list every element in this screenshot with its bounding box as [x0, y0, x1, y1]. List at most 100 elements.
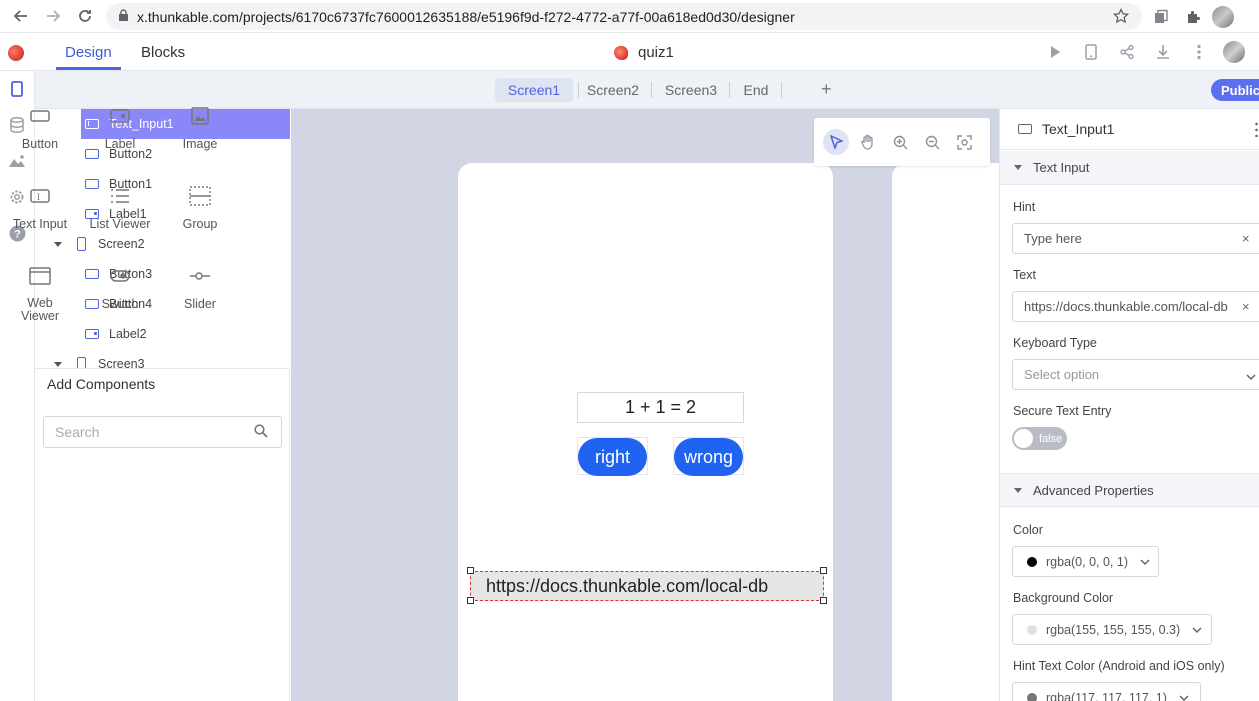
- keyboard-type-select[interactable]: Select option: [1012, 359, 1259, 390]
- browser-profile-avatar[interactable]: [1212, 5, 1234, 28]
- text-input[interactable]: https://docs.thunkable.com/local-db ×: [1012, 291, 1259, 322]
- share-icon[interactable]: [1115, 40, 1139, 64]
- public-button[interactable]: Public: [1211, 79, 1259, 101]
- chevron-down-icon: [1192, 623, 1202, 637]
- group-icon: [189, 186, 211, 206]
- browser-extensions: [1148, 0, 1234, 33]
- component-image[interactable]: Image: [160, 107, 240, 151]
- thunkable-logo-icon[interactable]: [8, 45, 24, 61]
- tree-item-label2[interactable]: Label2: [85, 319, 147, 349]
- tab-screen1[interactable]: Screen1: [495, 78, 573, 102]
- secure-text-toggle[interactable]: false: [1012, 427, 1067, 450]
- extension-copy-icon[interactable]: [1148, 4, 1174, 30]
- back-arrow-icon[interactable]: [5, 0, 37, 32]
- add-components-title: Add Components: [47, 376, 156, 392]
- fit-screen-icon[interactable]: [951, 129, 977, 155]
- wrong-button[interactable]: wrong: [674, 438, 743, 476]
- tab-design-underline: [56, 67, 121, 70]
- selected-component-name: Text_Input1: [1042, 121, 1115, 137]
- component-slider[interactable]: Slider: [160, 267, 240, 311]
- more-vertical-icon[interactable]: [1187, 40, 1211, 64]
- reload-icon[interactable]: [69, 0, 101, 32]
- tab-design[interactable]: Design: [65, 44, 112, 61]
- user-avatar[interactable]: [1223, 41, 1245, 63]
- component-label: Web Viewer: [21, 296, 59, 323]
- star-icon[interactable]: [1112, 7, 1130, 27]
- tab-end[interactable]: End: [739, 78, 773, 102]
- hint-label: Hint: [1013, 200, 1036, 214]
- button-icon: [29, 107, 51, 125]
- color-picker[interactable]: rgba(0, 0, 0, 1): [1012, 546, 1159, 577]
- hint-input[interactable]: Type here ×: [1012, 223, 1259, 254]
- search-icon[interactable]: [254, 424, 279, 441]
- tab-screen2[interactable]: Screen2: [583, 78, 643, 102]
- forward-arrow-icon[interactable]: [37, 0, 69, 32]
- tab-blocks[interactable]: Blocks: [141, 44, 185, 61]
- component-text-input[interactable]: I Text Input: [0, 187, 80, 231]
- clear-icon[interactable]: ×: [1242, 231, 1250, 246]
- caret-down-icon: [1014, 487, 1022, 493]
- project-title-text: quiz1: [638, 44, 674, 61]
- component-label: Text Input: [12, 217, 68, 231]
- hand-icon[interactable]: [855, 129, 881, 155]
- resize-handle[interactable]: [467, 567, 474, 574]
- section-advanced-properties[interactable]: Advanced Properties: [1000, 473, 1259, 507]
- left-rail: ?: [0, 71, 35, 701]
- address-bar[interactable]: x.thunkable.com/projects/6170c6737fc7600…: [106, 3, 1142, 30]
- text-label: Text: [1013, 268, 1036, 282]
- background-color-value: rgba(155, 155, 155, 0.3): [1046, 622, 1181, 637]
- resize-handle[interactable]: [820, 567, 827, 574]
- clear-icon[interactable]: ×: [1242, 299, 1250, 314]
- design-canvas[interactable]: 1 + 1 = 2 right wrong https://docs.thunk…: [291, 109, 999, 701]
- hint-text-color-picker[interactable]: rgba(117, 117, 117, 1): [1012, 682, 1201, 701]
- background-color-picker[interactable]: rgba(155, 155, 155, 0.3): [1012, 614, 1212, 645]
- tree-item-screen3[interactable]: Screen3: [54, 349, 145, 368]
- text-input-icon: I: [29, 187, 51, 205]
- chevron-down-icon: [1140, 555, 1150, 569]
- phone-preview-next[interactable]: [892, 163, 999, 701]
- right-button-frame: right: [577, 437, 648, 476]
- resize-handle[interactable]: [467, 597, 474, 604]
- play-icon[interactable]: [1043, 40, 1067, 64]
- phone-designer-icon[interactable]: [5, 77, 29, 101]
- zoom-in-icon[interactable]: [887, 129, 913, 155]
- text-input-icon: [1018, 124, 1032, 134]
- resize-handle[interactable]: [820, 597, 827, 604]
- puzzle-icon[interactable]: [1180, 4, 1206, 30]
- download-icon[interactable]: [1151, 40, 1175, 64]
- tree-item-screen2[interactable]: Screen2: [54, 229, 145, 259]
- section-title: Advanced Properties: [1033, 482, 1154, 498]
- hint-value: Type here: [1024, 231, 1082, 246]
- right-button[interactable]: right: [578, 438, 647, 476]
- caret-down-icon[interactable]: [54, 361, 62, 367]
- url-text: x.thunkable.com/projects/6170c6737fc7600…: [137, 8, 795, 25]
- phone-preview-screen1[interactable]: 1 + 1 = 2 right wrong https://docs.thunk…: [458, 163, 833, 701]
- component-web-viewer[interactable]: Web Viewer: [0, 267, 80, 323]
- component-label: Group: [182, 217, 218, 231]
- list-icon: [109, 187, 131, 205]
- component-switch[interactable]: Switch: [80, 267, 160, 311]
- section-text-input[interactable]: Text Input: [1000, 151, 1259, 185]
- tab-screen3[interactable]: Screen3: [661, 78, 721, 102]
- text-input-preview[interactable]: https://docs.thunkable.com/local-db: [470, 571, 824, 601]
- component-button[interactable]: Button: [0, 107, 80, 151]
- secure-text-label: Secure Text Entry: [1013, 404, 1112, 418]
- project-title[interactable]: quiz1: [614, 44, 674, 61]
- switch-icon: [109, 267, 131, 285]
- caret-down-icon[interactable]: [54, 241, 62, 247]
- component-search-input[interactable]: Search: [43, 416, 282, 448]
- assets-mountain-icon[interactable]: [5, 149, 29, 173]
- component-list-viewer[interactable]: List Viewer: [80, 187, 160, 231]
- add-screen-button[interactable]: +: [821, 79, 832, 100]
- component-label[interactable]: Label: [80, 107, 160, 151]
- label-icon: [109, 107, 131, 125]
- device-preview-icon[interactable]: [1079, 40, 1103, 64]
- toggle-knob: [1014, 429, 1033, 448]
- pointer-icon[interactable]: [823, 129, 849, 155]
- question-label[interactable]: 1 + 1 = 2: [577, 392, 744, 423]
- zoom-out-icon[interactable]: [919, 129, 945, 155]
- slider-icon: [189, 267, 211, 285]
- component-group[interactable]: Group: [160, 186, 240, 231]
- color-swatch: [1027, 624, 1037, 635]
- more-vertical-icon[interactable]: [1255, 121, 1258, 137]
